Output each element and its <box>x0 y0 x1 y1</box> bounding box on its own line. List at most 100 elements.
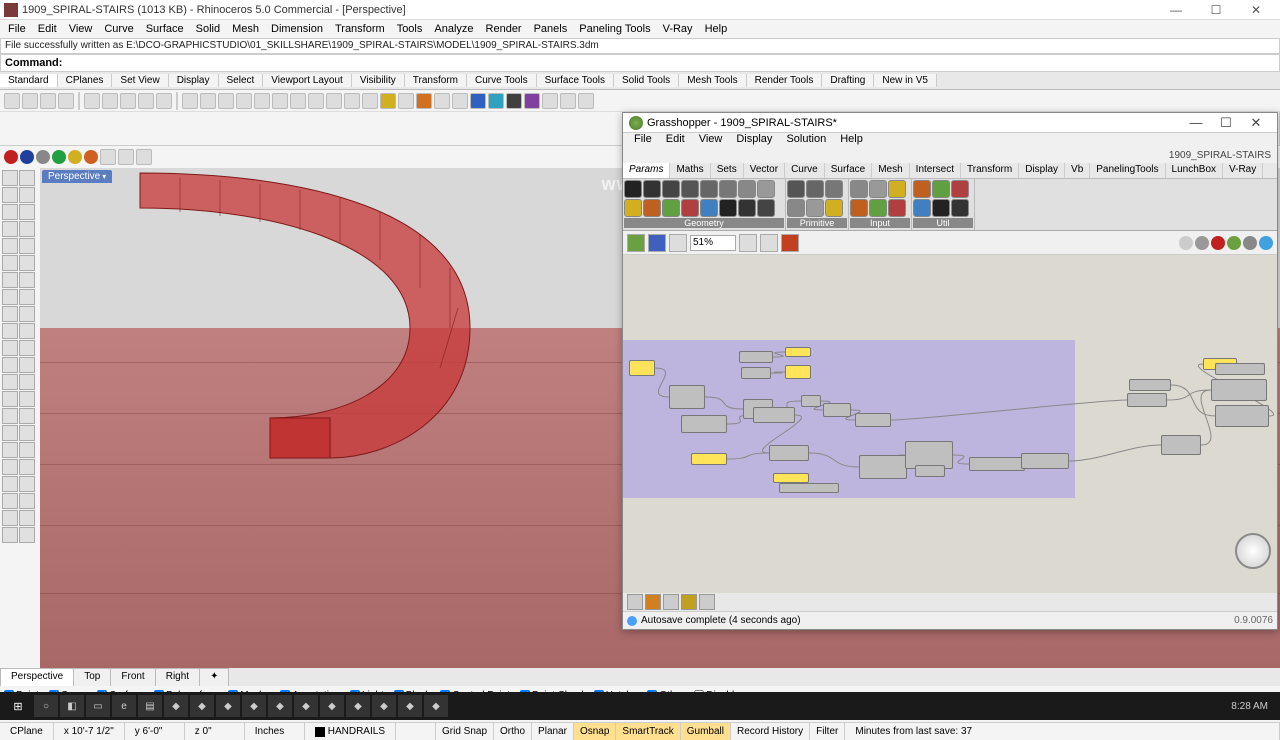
gh-tabs-item[interactable]: Vector <box>744 163 785 178</box>
gh-menu-bar[interactable]: FileEditViewDisplaySolutionHelp <box>623 133 1277 149</box>
gh-lock-icon[interactable] <box>1243 236 1257 250</box>
side-tool-icon[interactable] <box>19 272 35 288</box>
side-tool-icon[interactable] <box>19 357 35 373</box>
gh-component-icon[interactable] <box>757 199 775 217</box>
rhino-menu-item[interactable]: Dimension <box>265 23 329 35</box>
gh-bottom-toolbar[interactable] <box>623 593 1277 611</box>
gh-tabs-item[interactable]: Curve <box>785 163 825 178</box>
side-tool-icon[interactable] <box>19 170 35 186</box>
status-layer[interactable]: HANDRAILS <box>305 723 396 740</box>
gh-component-icon[interactable] <box>806 199 824 217</box>
gh-component-icon[interactable] <box>825 180 843 198</box>
rhino-tooltabs-item[interactable]: CPlanes <box>58 74 113 87</box>
gh-wire-icon[interactable] <box>781 234 799 252</box>
side-tool-icon[interactable] <box>19 408 35 424</box>
gh-script-icon[interactable] <box>663 594 679 610</box>
gh-data-icon[interactable] <box>681 594 697 610</box>
rhino-menu-item[interactable]: Tools <box>391 23 429 35</box>
gh-canvas[interactable] <box>623 255 1277 593</box>
side-tool-icon[interactable] <box>2 238 18 254</box>
mode-green-icon[interactable] <box>52 150 66 164</box>
gh-node[interactable] <box>823 403 851 417</box>
viewport-tab[interactable]: Front <box>110 668 155 686</box>
rhino-menu-item[interactable]: File <box>2 23 32 35</box>
viewport-tab[interactable]: Right <box>155 668 200 686</box>
rhino-menu-item[interactable]: View <box>63 23 99 35</box>
side-tool-icon[interactable] <box>19 459 35 475</box>
redo-icon[interactable] <box>156 93 172 109</box>
side-tool-icon[interactable] <box>2 340 18 356</box>
rhino-tooltabs-item[interactable]: Standard <box>0 74 58 87</box>
gh-maximize-button[interactable]: ☐ <box>1211 115 1241 131</box>
render-icon[interactable] <box>416 93 432 109</box>
rhino-tooltabs-item[interactable]: Mesh Tools <box>679 74 746 87</box>
show-icon[interactable] <box>326 93 342 109</box>
side-tool-icon[interactable] <box>2 306 18 322</box>
gh-component-icon[interactable] <box>869 180 887 198</box>
gh-tabs-item[interactable]: V-Ray <box>1223 163 1263 178</box>
mode-gray-icon[interactable] <box>36 150 50 164</box>
rotate-view-icon[interactable] <box>200 93 216 109</box>
gh-tabs-item[interactable]: Intersect <box>910 163 961 178</box>
sphere2-icon[interactable] <box>488 93 504 109</box>
status-toggle-record-history[interactable]: Record History <box>731 723 810 740</box>
gh-component-icon[interactable] <box>624 199 642 217</box>
side-tool-icon[interactable] <box>19 374 35 390</box>
sphere4-icon[interactable] <box>524 93 540 109</box>
app10-icon[interactable]: ◆ <box>398 695 422 717</box>
gh-menu-item[interactable]: View <box>692 133 730 149</box>
add-viewport-tab[interactable]: ✦ <box>199 668 229 686</box>
side-tool-icon[interactable] <box>19 493 35 509</box>
side-tool-icon[interactable] <box>2 425 18 441</box>
snap-icon[interactable] <box>560 93 576 109</box>
lock-icon[interactable] <box>344 93 360 109</box>
status-toggles[interactable]: Grid SnapOrthoPlanarOsnapSmartTrackGumba… <box>436 723 845 740</box>
gh-tabs-item[interactable]: Vb <box>1065 163 1090 178</box>
gh-category-tabs[interactable]: ParamsMathsSetsVectorCurveSurfaceMeshInt… <box>623 163 1277 179</box>
gh-component-icon[interactable] <box>757 180 775 198</box>
zoom-icon[interactable] <box>218 93 234 109</box>
gh-tabs-item[interactable]: Sets <box>711 163 744 178</box>
rhino-menu-item[interactable]: V-Ray <box>657 23 699 35</box>
gh-tabs-item[interactable]: Maths <box>670 163 710 178</box>
side-tool-icon[interactable] <box>2 323 18 339</box>
side-tool-icon[interactable] <box>2 289 18 305</box>
gh-component-icon[interactable] <box>787 180 805 198</box>
shade-icon[interactable] <box>434 93 450 109</box>
app7-icon[interactable]: ◆ <box>320 695 344 717</box>
side-tool-icon[interactable] <box>19 255 35 271</box>
minimize-button[interactable]: — <box>1156 3 1196 17</box>
gh-tabs-item[interactable]: Display <box>1019 163 1065 178</box>
pan-icon[interactable] <box>182 93 198 109</box>
app4-icon[interactable]: ◆ <box>242 695 266 717</box>
side-tool-icon[interactable] <box>19 187 35 203</box>
gh-component-icon[interactable] <box>681 199 699 217</box>
viewport-tab[interactable]: Perspective <box>0 668 74 686</box>
gh-node[interactable] <box>1215 363 1265 375</box>
gh-node[interactable] <box>1215 405 1269 427</box>
gh-menu-item[interactable]: Help <box>833 133 870 149</box>
gh-component-icon[interactable] <box>888 199 906 217</box>
rhino-menu-item[interactable]: Edit <box>32 23 63 35</box>
side-tool-icon[interactable] <box>19 391 35 407</box>
app8-icon[interactable]: ◆ <box>346 695 370 717</box>
gh-component-icon[interactable] <box>888 180 906 198</box>
rhino-menu-item[interactable]: Help <box>699 23 734 35</box>
gh-compass-icon[interactable] <box>1235 533 1271 569</box>
hide-icon[interactable] <box>308 93 324 109</box>
side-tool-icon[interactable] <box>2 476 18 492</box>
rhino-tooltabs-item[interactable]: Transform <box>405 74 467 87</box>
gh-menu-item[interactable]: Edit <box>659 133 692 149</box>
rhino-tooltabs-item[interactable]: Viewport Layout <box>263 74 352 87</box>
side-tool-icon[interactable] <box>2 204 18 220</box>
viewport-tabs[interactable]: PerspectiveTopFrontRight✦ <box>0 668 1280 686</box>
rhino-tooltabs-item[interactable]: Select <box>219 74 264 87</box>
gh-component-icon[interactable] <box>913 180 931 198</box>
gh-component-icon[interactable] <box>700 199 718 217</box>
gh-component-icon[interactable] <box>913 199 931 217</box>
gh-shade-icon[interactable] <box>1179 236 1193 250</box>
side-tool-icon[interactable] <box>19 442 35 458</box>
gh-component-icon[interactable] <box>662 180 680 198</box>
mode-red-icon[interactable] <box>4 150 18 164</box>
side-tool-icon[interactable] <box>19 289 35 305</box>
